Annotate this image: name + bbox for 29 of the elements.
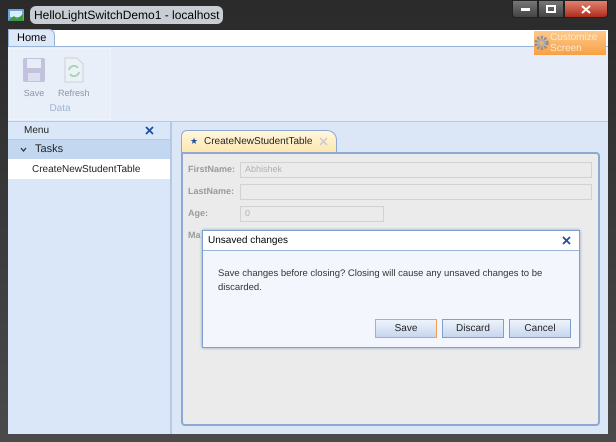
- field-label: LastName:: [188, 185, 236, 198]
- field-label: FirstName:: [188, 163, 236, 176]
- dialog-button[interactable]: Save: [375, 319, 437, 338]
- menu-item[interactable]: CreateNewStudentTable: [8, 159, 170, 179]
- refresh-document-icon: [62, 57, 85, 83]
- close-icon[interactable]: [145, 126, 154, 135]
- dialog-button[interactable]: Cancel: [509, 319, 571, 338]
- maximize-icon: [546, 5, 556, 13]
- close-button[interactable]: [564, 0, 608, 18]
- dialog-message: Save changes before closing? Closing will cause any unsaved changes to be discarded.: [217, 267, 544, 295]
- ribbon-tab[interactable]: Home: [8, 29, 56, 46]
- dialog-button[interactable]: Discard: [442, 319, 504, 338]
- document-tab[interactable]: ★ CreateNewStudentTable: [181, 130, 337, 152]
- modified-marker: ★: [190, 134, 198, 148]
- close-icon: [581, 4, 591, 14]
- field-label: Age:: [188, 207, 209, 220]
- minimize-icon: [520, 8, 530, 10]
- text-field[interactable]: [240, 184, 592, 200]
- field-label: Ma: [188, 229, 201, 242]
- chevron-icon: [20, 147, 27, 152]
- menu-title: Menu: [24, 124, 50, 138]
- close-icon[interactable]: [562, 236, 571, 245]
- menu-group-header[interactable]: Tasks: [8, 140, 170, 159]
- dialog-title: Unsaved changes: [208, 234, 288, 248]
- window-title: HelloLightSwitchDemo1 - localhost: [30, 6, 224, 24]
- group-label: Data: [48, 102, 72, 116]
- app-icon: [8, 8, 24, 22]
- minimize-button[interactable]: [512, 0, 538, 18]
- maximize-button[interactable]: [538, 0, 564, 18]
